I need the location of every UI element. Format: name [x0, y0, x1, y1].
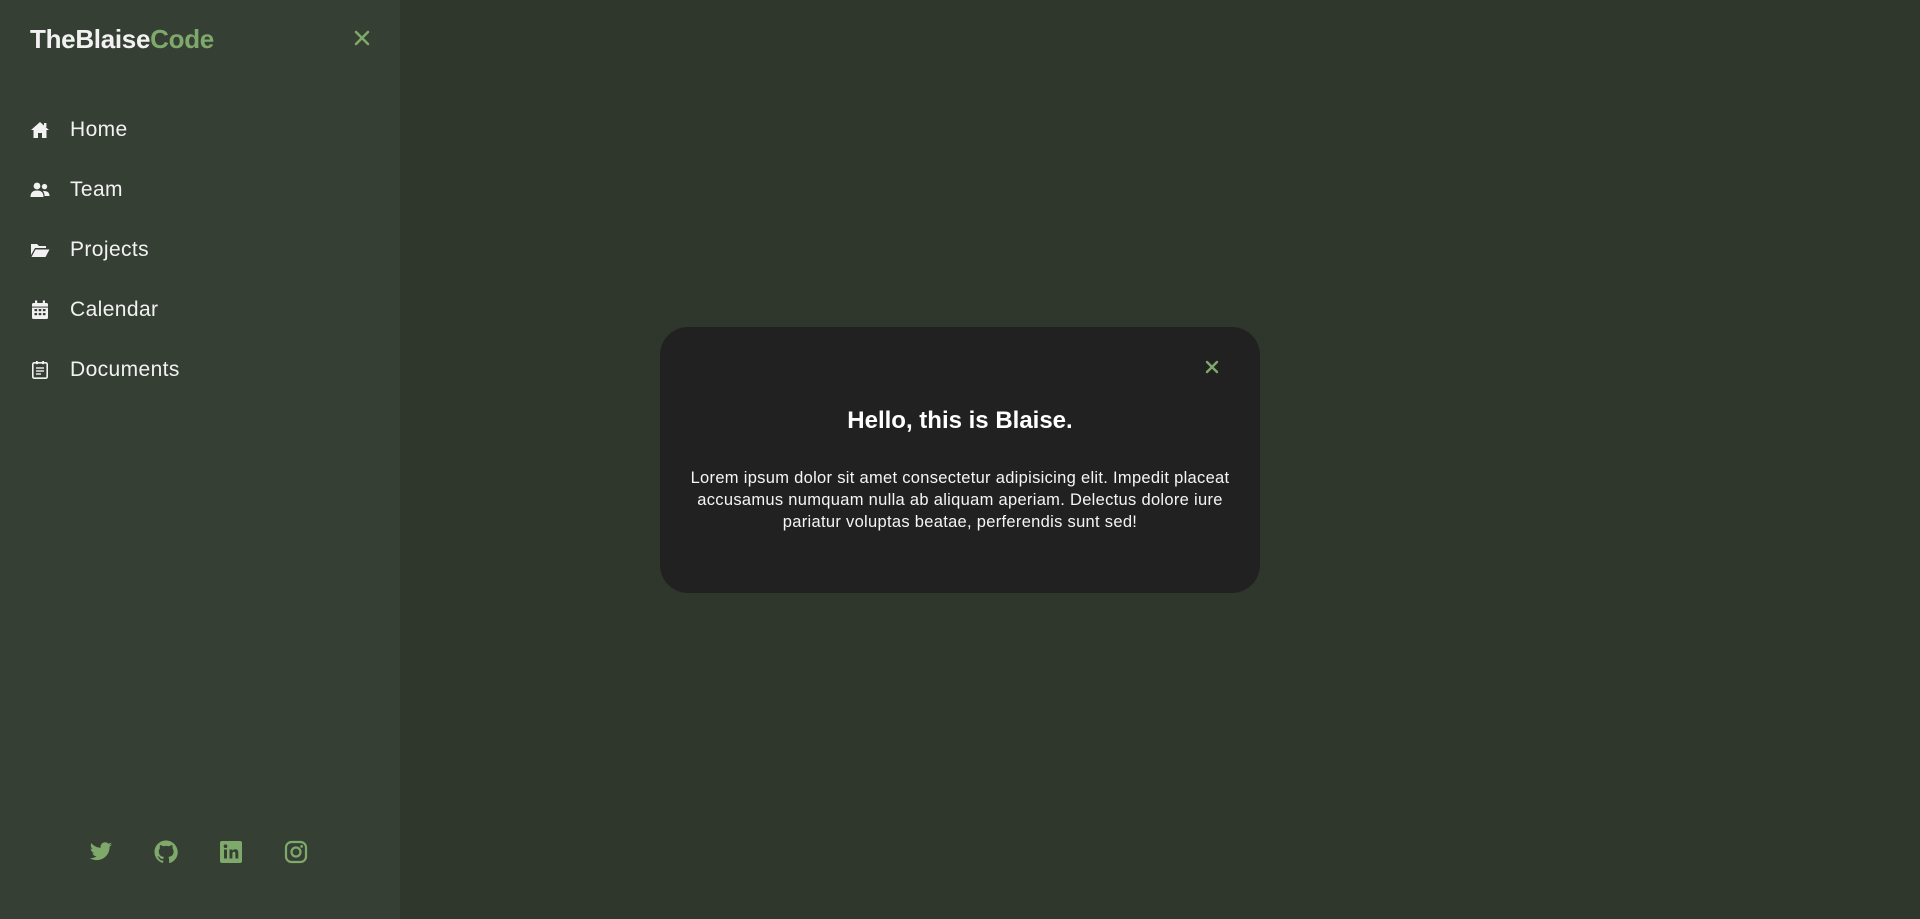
linkedin-link[interactable]	[219, 840, 243, 864]
document-icon	[30, 360, 50, 380]
sidebar-item-calendar[interactable]: Calendar	[30, 280, 370, 340]
sidebar-item-label: Team	[70, 178, 123, 201]
sidebar-item-label: Home	[70, 118, 128, 141]
home-icon	[30, 120, 50, 140]
github-icon	[154, 840, 178, 864]
brand-logo[interactable]: TheBlaiseCode	[30, 24, 214, 55]
sidebar-item-projects[interactable]: Projects	[30, 220, 370, 280]
twitter-icon	[89, 842, 112, 861]
close-icon	[354, 30, 370, 46]
sidebar-item-label: Projects	[70, 238, 150, 261]
sidebar-item-documents[interactable]: Documents	[30, 340, 370, 400]
sidebar-nav: Home Team Projects Calendar Documents	[30, 100, 370, 400]
modal-title: Hello, this is Blaise.	[847, 407, 1073, 434]
instagram-icon	[284, 840, 308, 864]
twitter-link[interactable]	[89, 840, 113, 864]
github-link[interactable]	[154, 840, 178, 864]
brand-name-primary: TheBlaise	[30, 24, 151, 54]
sidebar-close-button[interactable]	[350, 26, 374, 50]
sidebar-item-label: Documents	[70, 358, 180, 381]
modal-body-text: Lorem ipsum dolor sit amet consectetur a…	[690, 469, 1230, 531]
welcome-modal: Hello, this is Blaise. Lorem ipsum dolor…	[660, 327, 1260, 593]
sidebar-item-home[interactable]: Home	[30, 100, 370, 160]
team-icon	[30, 180, 50, 200]
sidebar-item-team[interactable]: Team	[30, 160, 370, 220]
linkedin-icon	[220, 841, 242, 863]
brand-name-accent: Code	[150, 24, 214, 54]
calendar-icon	[30, 300, 50, 320]
folder-open-icon	[30, 240, 50, 260]
sidebar: TheBlaiseCode Home Team Projects Calenda…	[0, 0, 400, 919]
sidebar-item-label: Calendar	[70, 298, 159, 321]
social-links	[89, 840, 308, 864]
modal-close-button[interactable]	[1202, 357, 1222, 377]
instagram-link[interactable]	[284, 840, 308, 864]
close-icon	[1205, 360, 1219, 374]
